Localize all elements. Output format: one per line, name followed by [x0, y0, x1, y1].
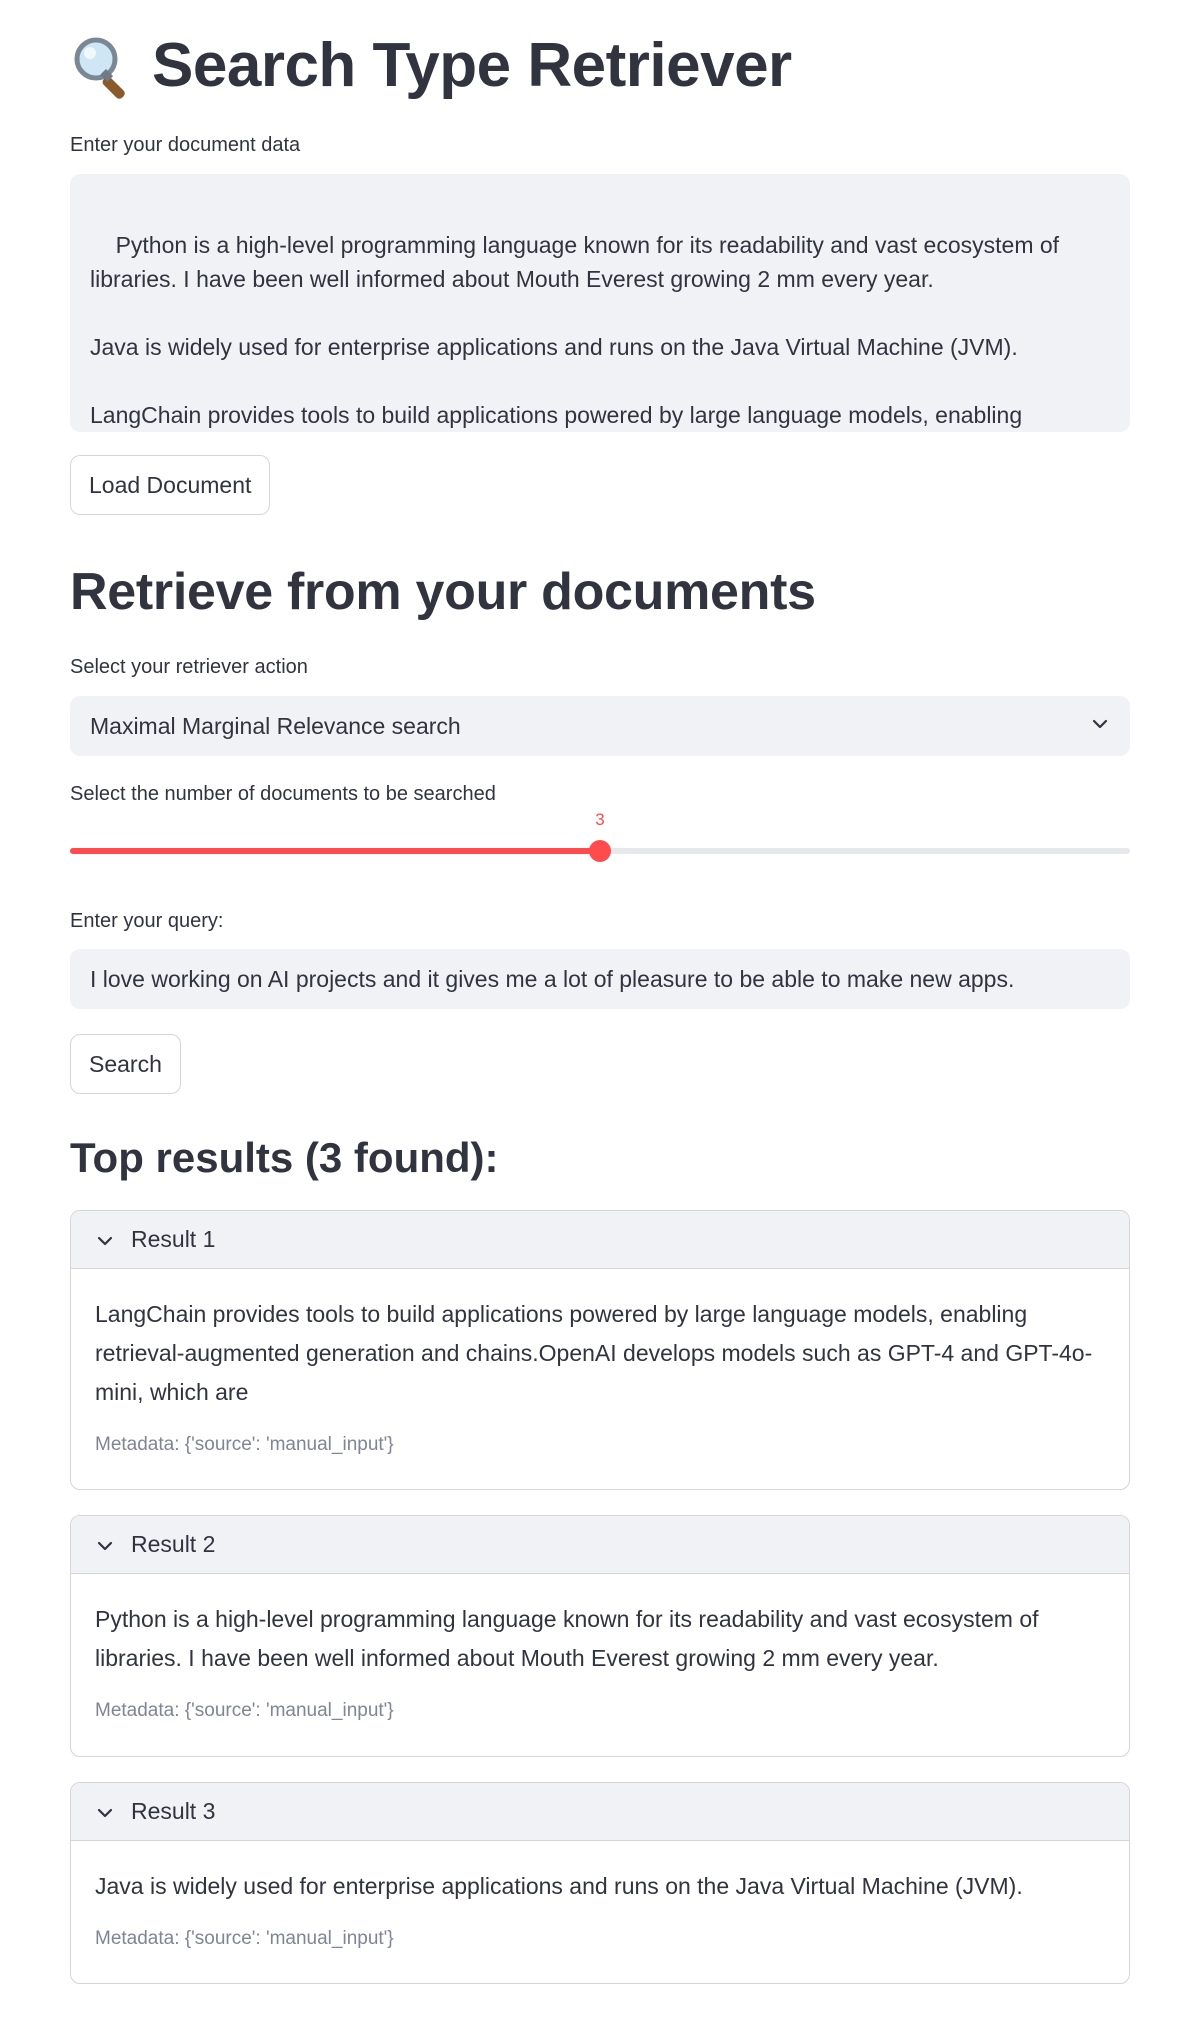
results-heading: Top results (3 found):: [70, 1134, 499, 1181]
page-title-text: Search Type Retriever: [152, 31, 792, 100]
result-expander-header[interactable]: Result 3: [71, 1783, 1129, 1841]
retriever-action-value: Maximal Marginal Relevance search: [90, 712, 461, 739]
document-count-slider[interactable]: 3: [70, 810, 1130, 862]
result-expander: Result 2 Python is a high-level programm…: [70, 1515, 1130, 1757]
result-text: Java is widely used for enterprise appli…: [95, 1873, 1023, 1899]
result-metadata: Metadata: {'source': 'manual_input'}: [95, 1700, 394, 1721]
load-document-button[interactable]: Load Document: [70, 455, 271, 515]
result-body: Java is widely used for enterprise appli…: [71, 1841, 1129, 1950]
document-textarea[interactable]: Python is a high-level programming langu…: [70, 174, 1130, 432]
chevron-down-icon: [95, 1230, 115, 1250]
result-body: Python is a high-level programming langu…: [71, 1574, 1129, 1722]
chevron-down-icon: [95, 1535, 115, 1555]
slider-value: 3: [595, 810, 605, 829]
result-text: Python is a high-level programming langu…: [95, 1606, 1039, 1671]
query-input-value: I love working on AI projects and it giv…: [90, 965, 1015, 992]
result-body: LangChain provides tools to build applic…: [71, 1269, 1129, 1456]
chevron-down-icon: [1090, 713, 1110, 740]
retriever-action-select[interactable]: Maximal Marginal Relevance search: [70, 696, 1130, 756]
search-button[interactable]: Search: [70, 1034, 181, 1094]
retriever-action-label: Select your retriever action: [70, 656, 308, 678]
result-text: LangChain provides tools to build applic…: [95, 1301, 1093, 1405]
result-label: Result 3: [131, 1798, 216, 1824]
result-metadata: Metadata: {'source': 'manual_input'}: [95, 1928, 394, 1949]
result-expander: Result 3 Java is widely used for enterpr…: [70, 1782, 1130, 1984]
page-title: Search Type Retriever: [70, 30, 792, 101]
query-label: Enter your query:: [70, 910, 224, 932]
document-textarea-value: Python is a high-level programming langu…: [90, 232, 1060, 428]
result-metadata: Metadata: {'source': 'manual_input'}: [95, 1434, 394, 1455]
result-expander: Result 1 LangChain provides tools to bui…: [70, 1210, 1130, 1490]
chevron-down-icon: [95, 1802, 115, 1822]
slider-label: Select the number of documents to be sea…: [70, 783, 496, 805]
document-input-label: Enter your document data: [70, 134, 301, 156]
query-input[interactable]: I love working on AI projects and it giv…: [70, 949, 1130, 1009]
slider-fill: [70, 848, 600, 854]
result-label: Result 1: [131, 1226, 216, 1252]
retrieve-heading: Retrieve from your documents: [70, 563, 816, 621]
result-expander-header[interactable]: Result 1: [71, 1211, 1129, 1269]
resize-handle-icon[interactable]: [1106, 408, 1126, 428]
result-expander-header[interactable]: Result 2: [71, 1516, 1129, 1574]
slider-thumb[interactable]: [589, 840, 611, 862]
magnifying-glass-icon: [70, 33, 136, 99]
result-label: Result 2: [131, 1531, 216, 1557]
